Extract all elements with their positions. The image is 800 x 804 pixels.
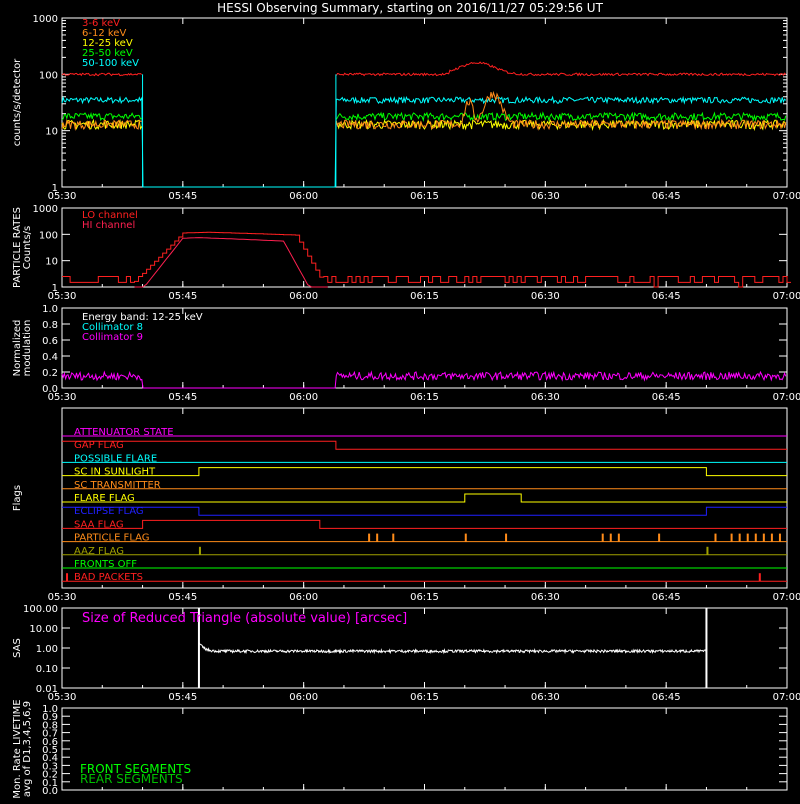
flag-spike (376, 533, 379, 542)
flag-spike (730, 533, 733, 542)
particle-xtick-label: 06:30 (531, 291, 560, 302)
particle-ytick-label: 1000 (33, 204, 58, 215)
counts-ytick-label: 1 (52, 183, 58, 194)
figure-svg: HESSI Observing Summary, starting on 201… (0, 0, 800, 800)
sas-ytick-label: 0.10 (36, 664, 58, 675)
flag-spike (198, 546, 201, 555)
sas-xtick-label: 06:30 (531, 692, 560, 703)
flags-xtick-label: 06:15 (410, 592, 439, 603)
flag-spike (738, 533, 741, 542)
modulation-ylabel: modulation (22, 320, 33, 377)
flag-spike (505, 533, 508, 542)
flag-spike (714, 533, 717, 542)
flag-spike (746, 533, 749, 542)
modulation-xtick-label: 06:45 (652, 392, 681, 403)
particle-xtick-label: 05:45 (168, 291, 197, 302)
flag-spike (706, 546, 709, 555)
mod-ytick-label: 0.2 (42, 368, 58, 379)
flag-label: GAP FLAG (74, 440, 124, 451)
particle-legend-1: HI channel (82, 220, 135, 231)
mod-ytick-label: 0.8 (42, 320, 58, 331)
mod-ytick-label: 0.0 (42, 384, 58, 395)
counts-ytick-label: 1000 (33, 14, 58, 25)
flags-xtick-label: 05:30 (48, 592, 77, 603)
modulation-legend-2: Collimator 9 (82, 332, 143, 343)
mod-ytick-label: 0.4 (42, 352, 58, 363)
counts-xtick-label: 07:00 (773, 191, 800, 202)
flag-spike (754, 533, 757, 542)
flags-xtick-label: 06:45 (652, 592, 681, 603)
flag-spike (368, 533, 371, 542)
flag-spike (758, 573, 761, 582)
flag-spike (617, 533, 620, 542)
flag-label: ECLIPSE FLAG (74, 506, 144, 517)
sas-xtick-label: 06:45 (652, 692, 681, 703)
counts-xtick-label: 05:45 (168, 191, 197, 202)
particle-ytick-label: 10 (45, 257, 58, 268)
flags-xtick-label: 06:30 (531, 592, 560, 603)
counts-xtick-label: 06:15 (410, 191, 439, 202)
flags-xtick-label: 07:00 (773, 592, 800, 603)
flag-spike (66, 573, 69, 582)
modulation-xtick-label: 06:30 (531, 392, 560, 403)
sas-xtick-label: 05:45 (168, 692, 197, 703)
particle-xtick-label: 06:15 (410, 291, 439, 302)
sas-ytick-label: 1.00 (36, 644, 58, 655)
particle-ytick-label: 1 (52, 283, 58, 294)
flag-spike (601, 533, 604, 542)
livetime-ylabel: avg of D1,3,4,5,6,9 (22, 701, 33, 797)
counts-ytick-label: 100 (39, 70, 58, 81)
modulation-xtick-label: 07:00 (773, 392, 800, 403)
counts-ylabel: counts/s/detector (12, 58, 23, 146)
livetime-legend-1: REAR SEGMENTS (80, 772, 183, 786)
particle-xtick-label: 06:00 (289, 291, 318, 302)
sas-ytick-label: 100.00 (23, 604, 58, 615)
modulation-xtick-label: 05:45 (168, 392, 197, 403)
flag-spike (770, 533, 773, 542)
flag-spike (778, 533, 781, 542)
mod-ytick-label: 0.6 (42, 336, 58, 347)
flag-spike (392, 533, 395, 542)
flag-spike (658, 533, 661, 542)
particle-xtick-label: 06:45 (652, 291, 681, 302)
counts-xtick-label: 06:45 (652, 191, 681, 202)
flags-xtick-label: 05:45 (168, 592, 197, 603)
sas-ytick-label: 0.01 (36, 684, 58, 695)
hessi-summary-figure: HESSI Observing Summary, starting on 201… (0, 0, 800, 800)
counts-xtick-label: 06:30 (531, 191, 560, 202)
particle-ytick-label: 100 (39, 230, 58, 241)
sas-xtick-label: 07:00 (773, 692, 800, 703)
particle-ylabel: Counts/s (22, 226, 33, 270)
sas-xtick-label: 06:00 (289, 692, 318, 703)
legend-entry-4: 50-100 keV (82, 58, 139, 69)
flags-ylabel: Flags (12, 485, 23, 511)
counts-xtick-label: 06:00 (289, 191, 318, 202)
flags-xtick-label: 06:00 (289, 592, 318, 603)
sas-annotation: Size of Reduced Triangle (absolute value… (82, 611, 407, 626)
modulation-xtick-label: 06:15 (410, 392, 439, 403)
sas-ylabel: SAS (12, 638, 23, 658)
particle-xtick-label: 07:00 (773, 291, 800, 302)
flag-spike (609, 533, 612, 542)
counts-ytick-label: 10 (45, 127, 58, 138)
mod-ytick-label: 1.0 (42, 304, 58, 315)
flag-spike (762, 533, 765, 542)
live-ytick-label: 1.0 (42, 704, 58, 715)
modulation-xtick-label: 06:00 (289, 392, 318, 403)
flag-spike (464, 533, 467, 542)
figure-title: HESSI Observing Summary, starting on 201… (217, 1, 603, 15)
sas-xtick-label: 06:15 (410, 692, 439, 703)
sas-ytick-label: 10.00 (29, 624, 58, 635)
